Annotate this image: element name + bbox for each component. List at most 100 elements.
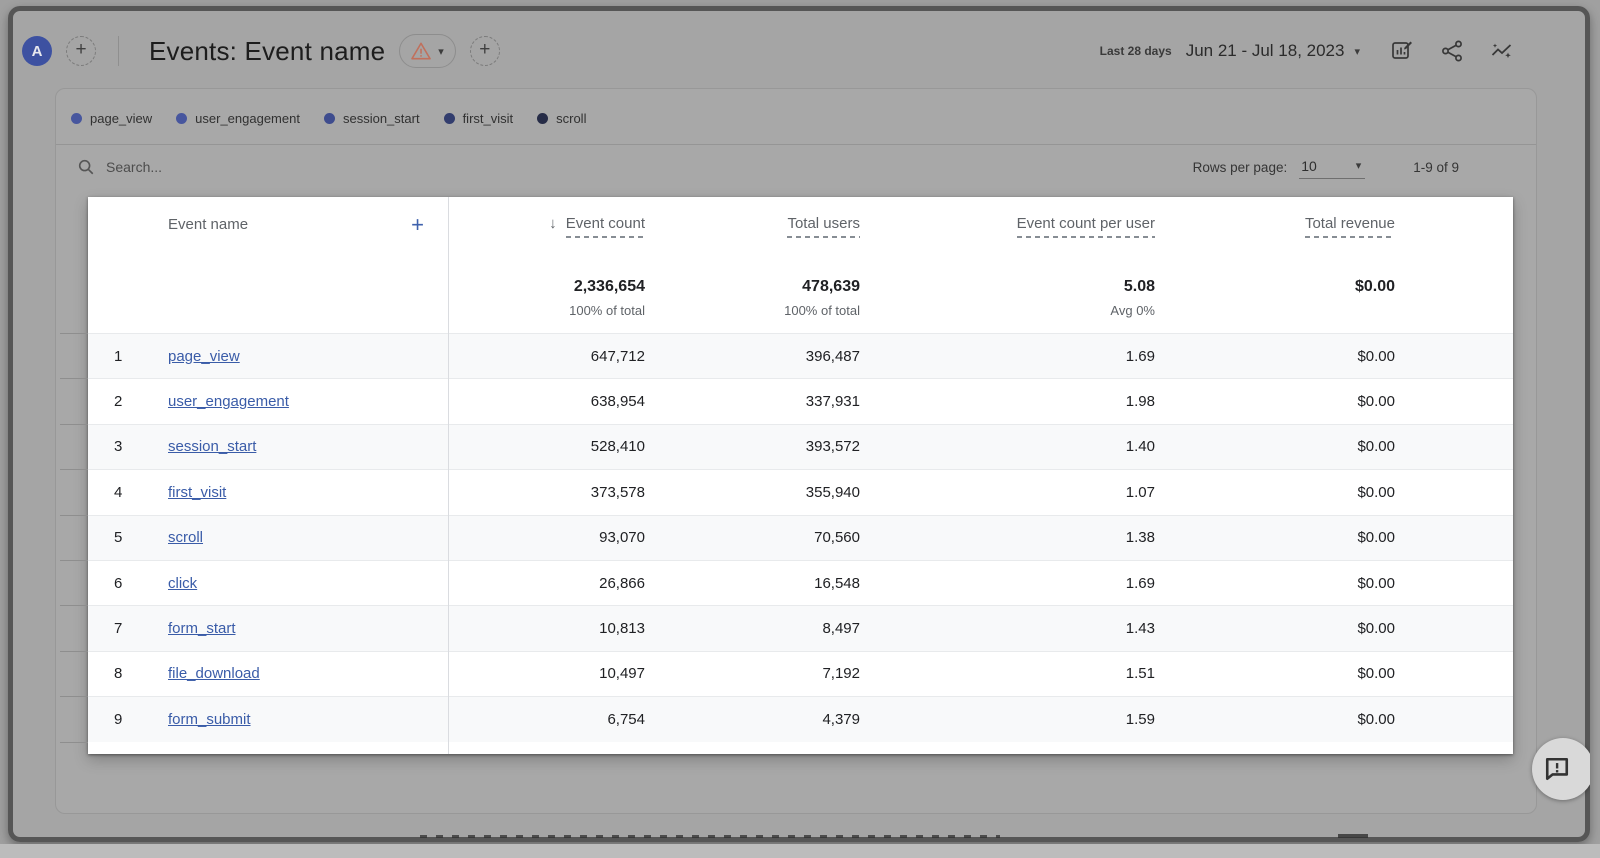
metric-value: 1.51 xyxy=(860,665,1155,682)
table-row: 2 user_engagement 638,954337,9311.98$0.0… xyxy=(88,378,1513,423)
metric-value: 70,560 xyxy=(645,529,860,546)
metric-value: $0.00 xyxy=(1155,711,1513,728)
event-name-link[interactable]: first_visit xyxy=(168,484,226,501)
row-divider-tick xyxy=(60,742,88,743)
metric-value: 4,379 xyxy=(645,711,860,728)
summary-subtext: 100% of total xyxy=(448,301,645,321)
event-name-link[interactable]: scroll xyxy=(168,529,203,546)
data-quality-menu[interactable]: ▾ xyxy=(399,34,456,68)
metric-value: 355,940 xyxy=(645,484,860,501)
row-divider-tick xyxy=(60,605,88,606)
legend-dot-icon xyxy=(537,113,548,124)
date-range-label: Last 28 days xyxy=(1100,44,1172,58)
legend-item-label: user_engagement xyxy=(195,111,300,126)
browser-screenshot-frame: A + Events: Event name ▾ + Last 28 days … xyxy=(8,6,1590,842)
summary-cell: 5.08 Avg 0% xyxy=(860,275,1155,333)
event-name-link[interactable]: page_view xyxy=(168,348,240,365)
column-header-event-count-per-user[interactable]: Event count per user xyxy=(860,215,1155,265)
avatar[interactable]: A xyxy=(22,36,52,66)
add-column-button[interactable]: + xyxy=(411,215,424,235)
metric-value: 7,192 xyxy=(645,665,860,682)
metric-value: $0.00 xyxy=(1155,620,1513,637)
metric-value: 638,954 xyxy=(448,393,645,410)
column-header-label: Event count xyxy=(566,215,645,238)
metric-value: 26,866 xyxy=(448,575,645,592)
row-divider-tick xyxy=(60,333,88,334)
metric-value: 10,813 xyxy=(448,620,645,637)
metric-value: $0.00 xyxy=(1155,484,1513,501)
legend-item-label: scroll xyxy=(556,111,586,126)
row-divider-tick xyxy=(60,560,88,561)
event-name-link[interactable]: file_download xyxy=(168,665,260,682)
event-name-link[interactable]: form_submit xyxy=(168,711,251,728)
table-row: 4 first_visit 373,578355,9401.07$0.00 xyxy=(88,469,1513,514)
feedback-icon xyxy=(1544,756,1570,782)
metric-value: 337,931 xyxy=(645,393,860,410)
sort-descending-icon: ↓ xyxy=(549,215,557,232)
feedback-button[interactable] xyxy=(1532,738,1590,800)
metric-value: 10,497 xyxy=(448,665,645,682)
column-header-total-revenue[interactable]: Total revenue xyxy=(1155,215,1513,265)
column-header-label: Total users xyxy=(787,215,860,238)
summary-value: 5.08 xyxy=(860,275,1155,299)
legend-dot-icon xyxy=(444,113,455,124)
metric-value: $0.00 xyxy=(1155,393,1513,410)
column-header-event-name[interactable]: Event name xyxy=(168,215,248,235)
column-divider xyxy=(448,197,449,754)
summary-row: 2,336,654 100% of total 478,639 100% of … xyxy=(88,265,1513,333)
summary-cell: 2,336,654 100% of total xyxy=(448,275,645,333)
legend-item-scroll[interactable]: scroll xyxy=(537,111,586,126)
customize-report-icon[interactable] xyxy=(1390,39,1414,63)
metric-value: 1.43 xyxy=(860,620,1155,637)
page-margin xyxy=(0,844,1600,858)
legend-item-session-start[interactable]: session_start xyxy=(324,111,420,126)
metric-value: 93,070 xyxy=(448,529,645,546)
events-table: Event name + ↓ Event count Total users E… xyxy=(88,197,1513,754)
add-comparison-button[interactable]: + xyxy=(66,36,96,66)
summary-cell: $0.00 xyxy=(1155,275,1513,333)
metric-value: 1.69 xyxy=(860,575,1155,592)
row-divider-tick xyxy=(60,378,88,379)
chevron-down-icon[interactable]: ▾ xyxy=(1354,45,1360,58)
table-row: 8 file_download 10,4977,1921.51$0.00 xyxy=(88,651,1513,696)
metric-headers: ↓ Event count Total users Event count pe… xyxy=(448,215,1513,265)
legend-item-page-view[interactable]: page_view xyxy=(71,111,152,126)
metric-value: 647,712 xyxy=(448,348,645,365)
chevron-down-icon: ▾ xyxy=(1356,159,1362,172)
metric-value: $0.00 xyxy=(1155,529,1513,546)
event-name-link[interactable]: click xyxy=(168,575,197,592)
row-index: 2 xyxy=(88,393,168,410)
table-row: 9 form_submit 6,7544,3791.59$0.00 xyxy=(88,696,1513,741)
date-range-value[interactable]: Jun 21 - Jul 18, 2023 xyxy=(1186,41,1345,61)
metric-value: $0.00 xyxy=(1155,575,1513,592)
summary-cell: 478,639 100% of total xyxy=(645,275,860,333)
summary-cells: 2,336,654 100% of total 478,639 100% of … xyxy=(448,275,1513,333)
pagination-range: 1-9 of 9 xyxy=(1413,160,1459,175)
share-icon[interactable] xyxy=(1440,39,1464,63)
metric-value: 373,578 xyxy=(448,484,645,501)
legend-dot-icon xyxy=(71,113,82,124)
legend-item-first-visit[interactable]: first_visit xyxy=(444,111,514,126)
event-name-link[interactable]: user_engagement xyxy=(168,393,289,410)
search-input[interactable] xyxy=(106,159,506,175)
table-row: 3 session_start 528,410393,5721.40$0.00 xyxy=(88,424,1513,469)
row-index: 8 xyxy=(88,665,168,682)
rows-per-page-select[interactable]: 10 ▾ xyxy=(1299,156,1365,179)
summary-value: 478,639 xyxy=(645,275,860,299)
event-name-link[interactable]: form_start xyxy=(168,620,236,637)
legend-item-label: session_start xyxy=(343,111,420,126)
insights-icon[interactable] xyxy=(1490,39,1514,63)
column-header-total-users[interactable]: Total users xyxy=(645,215,860,265)
appbar-separator xyxy=(118,36,119,66)
rows-per-page-label: Rows per page: xyxy=(1193,160,1288,175)
rows-per-page: Rows per page: 10 ▾ xyxy=(1193,156,1366,179)
summary-value: $0.00 xyxy=(1155,275,1395,299)
page-title: Events: Event name xyxy=(149,36,385,67)
metric-value: 1.38 xyxy=(860,529,1155,546)
add-filter-button[interactable]: + xyxy=(470,36,500,66)
legend-item-user-engagement[interactable]: user_engagement xyxy=(176,111,300,126)
metric-value: 6,754 xyxy=(448,711,645,728)
search-icon xyxy=(77,158,95,176)
event-name-link[interactable]: session_start xyxy=(168,438,256,455)
column-header-event-count[interactable]: ↓ Event count xyxy=(448,215,645,265)
